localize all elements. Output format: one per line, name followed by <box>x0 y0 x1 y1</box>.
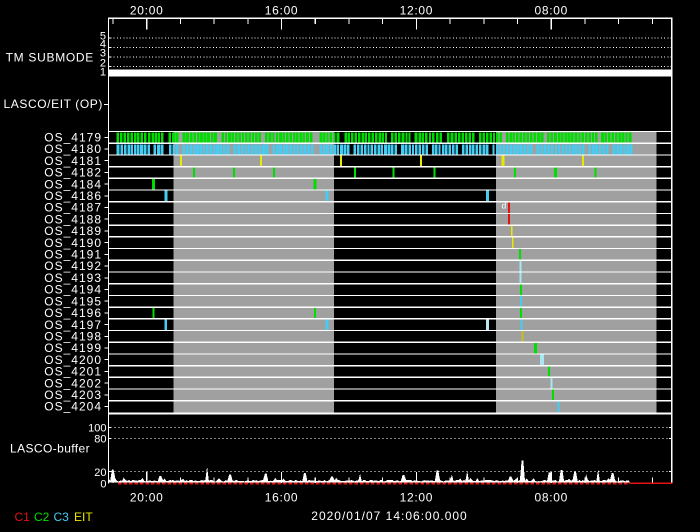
svg-text:C2: C2 <box>34 510 50 524</box>
svg-text:1: 1 <box>100 67 106 79</box>
svg-text:20:00: 20:00 <box>130 4 164 18</box>
svg-text:20: 20 <box>94 467 106 479</box>
svg-text:OS_4204: OS_4204 <box>44 400 102 414</box>
svg-text:16:00: 16:00 <box>265 4 299 18</box>
svg-text:C3: C3 <box>54 510 70 524</box>
svg-text:2020/01/07 14:06:00.000: 2020/01/07 14:06:00.000 <box>311 509 467 523</box>
svg-text:12:00: 12:00 <box>400 491 434 505</box>
svg-text:TM SUBMODE: TM SUBMODE <box>6 51 94 65</box>
svg-text:LASCO-buffer: LASCO-buffer <box>10 442 90 456</box>
svg-text:EIT: EIT <box>74 510 93 524</box>
svg-text:d: d <box>502 201 507 211</box>
svg-text:80: 80 <box>94 434 106 446</box>
svg-text:08:00: 08:00 <box>534 4 568 18</box>
svg-text:20:00: 20:00 <box>130 491 164 505</box>
svg-text:LASCO/EIT (OP): LASCO/EIT (OP) <box>3 97 103 111</box>
svg-text:16:00: 16:00 <box>265 491 299 505</box>
svg-text:0: 0 <box>100 479 106 491</box>
svg-text:12:00: 12:00 <box>400 4 434 18</box>
svg-text:C1: C1 <box>15 510 31 524</box>
svg-text:08:00: 08:00 <box>534 491 568 505</box>
